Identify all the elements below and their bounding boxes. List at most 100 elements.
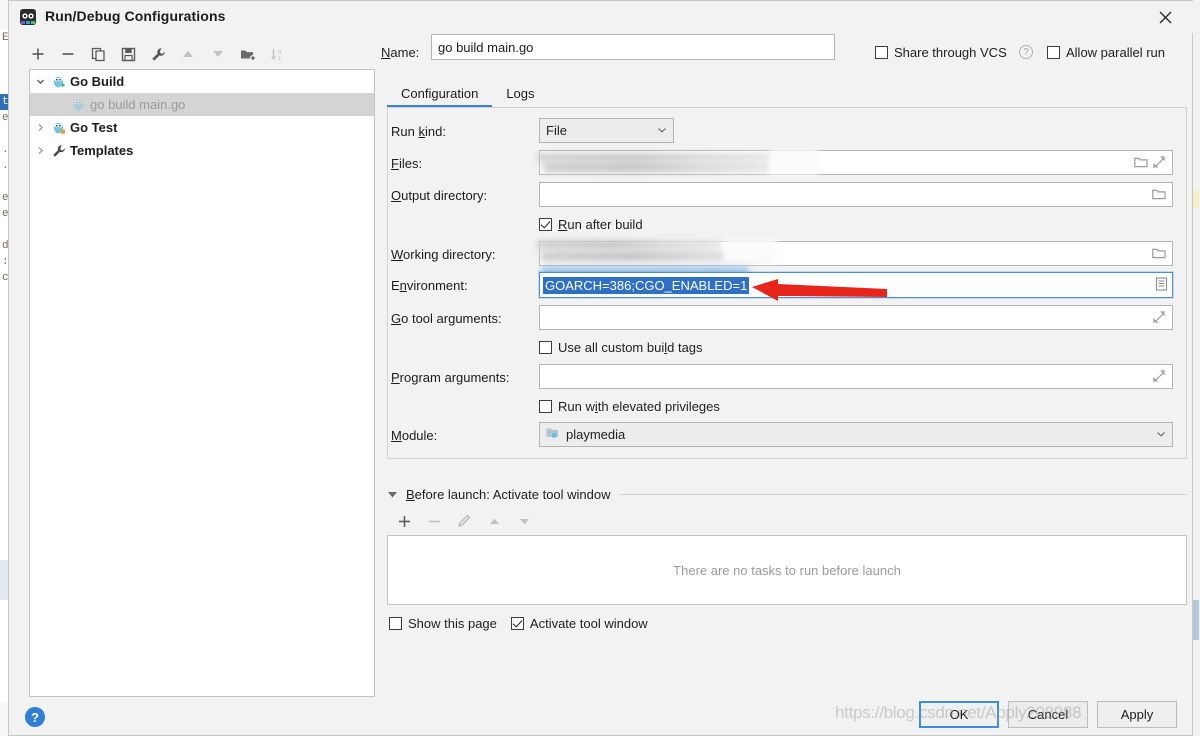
chevron-down-icon[interactable] bbox=[1156, 427, 1166, 442]
help-label: ? bbox=[31, 709, 39, 725]
before-launch-task-list[interactable]: There are no tasks to run before launch bbox=[387, 535, 1187, 605]
move-down-button[interactable] bbox=[203, 42, 233, 66]
allow-parallel-run-label: Allow parallel run bbox=[1066, 45, 1165, 60]
svg-text:a: a bbox=[278, 49, 282, 55]
module-folder-icon bbox=[546, 427, 560, 442]
name-input[interactable]: go build main.go bbox=[431, 34, 835, 60]
add-configuration-button[interactable] bbox=[23, 42, 53, 66]
folder-icon[interactable] bbox=[1150, 188, 1168, 201]
folder-icon[interactable] bbox=[1132, 156, 1150, 169]
move-up-button[interactable] bbox=[173, 42, 203, 66]
files-redaction-blur bbox=[543, 161, 771, 173]
show-this-page-checkbox[interactable]: Show this page bbox=[389, 616, 497, 631]
tree-item-go-build-main-go[interactable]: go build main.go bbox=[30, 93, 374, 116]
help-q-label: ? bbox=[1023, 46, 1029, 58]
expand-icon[interactable] bbox=[1150, 311, 1168, 324]
dialog-titlebar: Run/Debug Configurations bbox=[9, 1, 1194, 33]
ok-label: OK bbox=[949, 707, 969, 722]
module-label: Module: bbox=[391, 428, 438, 443]
remove-task-button[interactable] bbox=[419, 509, 449, 533]
goland-app-icon bbox=[19, 8, 37, 26]
show-this-page-label: Show this page bbox=[408, 616, 497, 631]
checkbox-box[interactable] bbox=[875, 46, 888, 59]
working-directory-redaction-white bbox=[723, 239, 777, 263]
checkbox-box[interactable] bbox=[539, 400, 552, 413]
sort-alphabetically-button[interactable]: a z bbox=[263, 42, 293, 66]
working-directory-label: Working directory: bbox=[391, 247, 496, 262]
checkbox-box[interactable] bbox=[510, 617, 524, 630]
run-kind-value: File bbox=[546, 123, 567, 138]
checkbox-box[interactable] bbox=[1047, 46, 1060, 59]
apply-button[interactable]: Apply bbox=[1097, 701, 1177, 728]
expand-icon[interactable] bbox=[1150, 156, 1168, 169]
configurations-toolbar: a z bbox=[23, 41, 373, 67]
tree-item-label: Go Build bbox=[70, 74, 125, 89]
program-arguments-label: Program arguments: bbox=[391, 370, 510, 385]
before-launch-title: Before launch: Activate tool window bbox=[406, 486, 611, 502]
edit-task-button[interactable] bbox=[449, 509, 479, 533]
before-launch-header[interactable]: Before launch: Activate tool window bbox=[387, 485, 1187, 503]
go-tool-arguments-field[interactable] bbox=[539, 305, 1173, 330]
configurations-tree[interactable]: Go Build go build main.go Go Test Templa… bbox=[29, 69, 375, 697]
before-launch-empty-text: There are no tasks to run before launch bbox=[673, 562, 901, 578]
new-folder-button[interactable] bbox=[233, 42, 263, 66]
chevron-right-icon[interactable] bbox=[30, 146, 50, 155]
activate-tool-window-checkbox[interactable]: Activate tool window bbox=[510, 616, 648, 631]
run-after-build-checkbox[interactable]: Run after build bbox=[539, 217, 643, 232]
tree-item-go-build[interactable]: Go Build bbox=[30, 70, 374, 93]
go-gopher-test-icon bbox=[50, 121, 68, 135]
help-icon[interactable]: ? bbox=[25, 707, 45, 727]
chevron-down-icon[interactable] bbox=[30, 77, 50, 86]
environment-label: Environment: bbox=[391, 278, 468, 293]
files-redaction-white bbox=[769, 149, 819, 175]
module-combo[interactable]: playmedia bbox=[539, 422, 1173, 447]
tab-logs[interactable]: Logs bbox=[492, 80, 548, 107]
run-debug-configurations-dialog: Run/Debug Configurations a z Go Build go… bbox=[8, 0, 1194, 736]
ok-button[interactable]: OK bbox=[919, 701, 999, 728]
tab-configuration[interactable]: Configuration bbox=[387, 80, 493, 107]
tree-item-templates[interactable]: Templates bbox=[30, 139, 374, 162]
program-arguments-field[interactable] bbox=[539, 364, 1173, 389]
dialog-title: Run/Debug Configurations bbox=[45, 8, 226, 24]
use-all-custom-build-tags-label: Use all custom build tags bbox=[558, 340, 703, 355]
edit-templates-button[interactable] bbox=[143, 42, 173, 66]
environment-field[interactable]: GOARCH=386;CGO_ENABLED=1 bbox=[539, 272, 1173, 298]
share-vcs-help-icon[interactable]: ? bbox=[1019, 45, 1033, 59]
use-all-custom-build-tags-checkbox[interactable]: Use all custom build tags bbox=[539, 340, 703, 355]
checkbox-box[interactable] bbox=[539, 341, 552, 354]
go-gopher-icon bbox=[50, 75, 68, 89]
output-directory-label: Output directory: bbox=[391, 188, 488, 203]
share-through-vcs-checkbox[interactable]: Share through VCS bbox=[875, 45, 1007, 60]
run-with-elevated-privileges-checkbox[interactable]: Run with elevated privileges bbox=[539, 399, 720, 414]
expand-icon[interactable] bbox=[1150, 370, 1168, 383]
environment-value: GOARCH=386;CGO_ENABLED=1 bbox=[543, 276, 750, 294]
go-gopher-icon bbox=[70, 98, 88, 112]
run-with-elevated-privileges-label: Run with elevated privileges bbox=[558, 399, 720, 414]
checkbox-box[interactable] bbox=[389, 617, 402, 630]
tree-item-go-test[interactable]: Go Test bbox=[30, 116, 374, 139]
task-move-down-button[interactable] bbox=[509, 509, 539, 533]
chevron-right-icon[interactable] bbox=[30, 123, 50, 132]
output-directory-field[interactable] bbox=[539, 182, 1173, 207]
add-task-button[interactable] bbox=[389, 509, 419, 533]
tree-item-label: go build main.go bbox=[90, 97, 186, 112]
task-move-up-button[interactable] bbox=[479, 509, 509, 533]
tree-item-label: Go Test bbox=[70, 120, 118, 135]
remove-configuration-button[interactable] bbox=[53, 42, 83, 66]
folder-icon[interactable] bbox=[1150, 247, 1168, 260]
run-after-build-label: Run after build bbox=[558, 217, 643, 232]
go-tool-arguments-label: Go tool arguments: bbox=[391, 311, 502, 326]
run-kind-combo[interactable]: File bbox=[539, 118, 674, 143]
chevron-down-icon[interactable] bbox=[657, 123, 667, 138]
close-icon[interactable] bbox=[1142, 1, 1188, 33]
allow-parallel-run-checkbox[interactable]: Allow parallel run bbox=[1047, 45, 1165, 60]
files-label: Files: bbox=[391, 156, 423, 171]
apply-label: Apply bbox=[1120, 707, 1154, 722]
cancel-label: Cancel bbox=[1027, 707, 1069, 722]
checkbox-box[interactable] bbox=[539, 218, 552, 231]
triangle-down-icon[interactable] bbox=[387, 487, 398, 502]
copy-configuration-button[interactable] bbox=[83, 42, 113, 66]
save-configuration-button[interactable] bbox=[113, 42, 143, 66]
list-edit-icon[interactable] bbox=[1155, 276, 1168, 294]
cancel-button[interactable]: Cancel bbox=[1008, 701, 1088, 728]
